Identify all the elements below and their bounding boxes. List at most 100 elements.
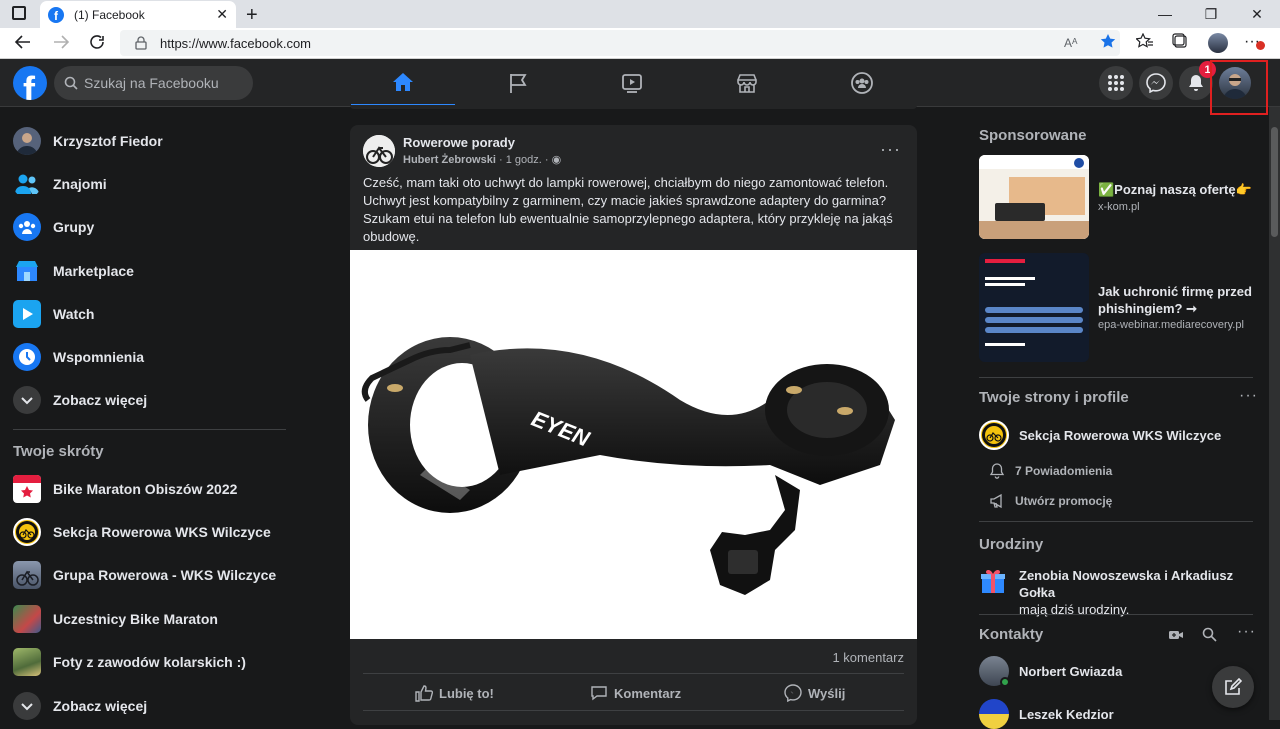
flag-icon — [510, 74, 527, 93]
pages-title: Twoje strony i profile — [979, 389, 1129, 406]
reload-button[interactable] — [88, 33, 106, 51]
sidebar-item-marketplace[interactable]: Marketplace — [13, 251, 134, 291]
contacts-search-icon[interactable] — [1202, 627, 1217, 642]
contact-item[interactable]: Norbert Gwiazda — [979, 656, 1122, 687]
messenger-share-icon — [784, 684, 802, 702]
read-aloud-icon[interactable]: Aᴬ — [1064, 33, 1100, 53]
menu-button[interactable] — [1099, 66, 1133, 100]
address-bar[interactable]: https://www.facebook.com — [120, 30, 1120, 56]
back-button[interactable] — [14, 33, 32, 51]
sidebar-item-memories[interactable]: Wspomnienia — [13, 337, 144, 377]
settings-more-icon[interactable]: ··· — [1244, 33, 1274, 53]
sidebar-item-label: Wspomnienia — [53, 349, 145, 365]
favorites-icon[interactable] — [1136, 33, 1172, 53]
sidebar-item-groups[interactable]: Grupy — [13, 207, 94, 247]
browser-toolbar-icons: Aᴬ ··· — [1064, 33, 1274, 53]
shortcut-label: Bike Maraton Obiszów 2022 — [53, 481, 238, 497]
post-author[interactable]: Hubert Żebrowski — [403, 154, 496, 166]
chevron-down-icon — [13, 386, 41, 414]
shortcut-item[interactable]: Uczestnicy Bike Maraton — [13, 599, 218, 639]
nav-pages-tab[interactable] — [466, 59, 570, 107]
shortcut-item[interactable]: Foty z zawodów kolarskich :) — [13, 642, 246, 682]
messenger-button[interactable] — [1139, 66, 1173, 100]
video-call-icon[interactable] — [1168, 627, 1184, 643]
shortcut-item[interactable]: Bike Maraton Obiszów 2022 — [13, 469, 237, 509]
sponsored-title: Sponsorowane — [979, 127, 1087, 144]
like-button[interactable]: Lubię to! — [415, 677, 494, 709]
page-notifications-label: 7 Powiadomienia — [1015, 464, 1113, 478]
shortcut-label: Zobacz więcej — [53, 698, 148, 714]
post-text: Cześć, mam taki oto uchwyt do lampki row… — [363, 175, 893, 244]
tab-title: (1) Facebook — [74, 7, 145, 22]
nav-groups-tab[interactable] — [810, 59, 914, 107]
forward-button[interactable] — [52, 33, 70, 51]
ad-image-mediarecovery[interactable] — [979, 253, 1089, 362]
tab-actions-icon[interactable] — [12, 6, 26, 20]
ad-title[interactable]: ✅Poznaj naszą ofertę👉 — [1098, 181, 1252, 198]
post-options-button[interactable]: ··· — [880, 139, 901, 160]
maximize-button[interactable]: ❐ — [1188, 3, 1234, 25]
new-message-button[interactable] — [1212, 666, 1254, 708]
new-tab-button[interactable]: + — [246, 4, 258, 27]
group-avatar — [13, 648, 41, 676]
birthday-names: Zenobia Nowoszewska i Arkadiusz Gołka — [1019, 568, 1234, 600]
window-controls: — ❐ ✕ — [1142, 3, 1280, 25]
facebook-logo[interactable]: f — [13, 66, 47, 100]
collections-icon[interactable] — [1172, 33, 1208, 53]
sidebar-item-profile[interactable]: Krzysztof Fiedor — [13, 121, 163, 161]
account-avatar[interactable] — [1219, 67, 1251, 99]
page-scrollbar[interactable] — [1269, 107, 1280, 720]
pages-options-button[interactable]: ··· — [1239, 387, 1258, 405]
sidebar-item-watch[interactable]: Watch — [13, 294, 94, 334]
page-notifications-link[interactable]: 7 Powiadomienia — [989, 463, 1112, 479]
nav-home-tab[interactable] — [351, 59, 455, 107]
nav-watch-tab[interactable] — [580, 59, 684, 107]
close-tab-icon[interactable]: ✕ — [216, 6, 228, 23]
share-button[interactable]: Wyślij — [784, 677, 845, 709]
shortcut-label: Grupa Rowerowa - WKS Wilczyce — [53, 567, 277, 583]
messenger-icon — [1146, 73, 1166, 93]
sidebar-item-label: Grupy — [53, 219, 95, 235]
minimize-button[interactable]: — — [1142, 3, 1188, 25]
post-image[interactable]: EYEN — [350, 250, 917, 639]
group-avatar — [13, 518, 41, 546]
video-icon — [622, 74, 642, 93]
page-promote-link[interactable]: Utwórz promocję — [989, 493, 1112, 509]
ad-image-xkom[interactable] — [979, 155, 1089, 239]
chevron-down-icon — [13, 692, 41, 720]
facebook-favicon-icon: f — [48, 6, 64, 23]
groups-icon — [13, 213, 41, 241]
comment-icon — [591, 686, 607, 701]
sidebar-see-more[interactable]: Zobacz więcej — [13, 380, 147, 420]
comment-button[interactable]: Komentarz — [590, 677, 681, 709]
post-time[interactable]: · 1 godz. · — [499, 154, 549, 166]
comment-count[interactable]: 1 komentarz — [832, 650, 904, 665]
divider — [13, 429, 286, 430]
post-group-name[interactable]: Rowerowe porady — [403, 135, 515, 150]
group-avatar[interactable] — [363, 135, 395, 167]
previous-post-edge — [350, 105, 917, 109]
contacts-options-button[interactable]: ··· — [1237, 623, 1256, 641]
birthday-item[interactable]: Zenobia Nowoszewska i Arkadiusz Gołka ma… — [979, 567, 1265, 618]
browser-tab[interactable]: f (1) Facebook ✕ — [40, 1, 236, 28]
profile-avatar-icon[interactable] — [1208, 33, 1244, 53]
search-input[interactable] — [84, 75, 244, 91]
page-item[interactable]: Sekcja Rowerowa WKS Wilczyce — [979, 420, 1221, 450]
gift-icon — [981, 569, 1005, 593]
close-window-button[interactable]: ✕ — [1234, 3, 1280, 25]
nav-marketplace-tab[interactable] — [695, 59, 799, 107]
ad-domain: x-kom.pl — [1098, 201, 1140, 213]
favorite-star-icon[interactable] — [1100, 33, 1136, 53]
ad-title[interactable]: Jak uchronić firmę przed phishingiem? ➞ — [1098, 283, 1258, 317]
contact-item[interactable]: Leszek Kedzior — [979, 699, 1114, 729]
friends-icon — [13, 170, 41, 198]
scrollbar-thumb[interactable] — [1271, 127, 1278, 237]
search-box[interactable] — [54, 66, 253, 100]
megaphone-icon — [990, 493, 1002, 509]
shortcut-item[interactable]: Sekcja Rowerowa WKS Wilczyce — [13, 512, 271, 552]
shortcut-item[interactable]: Grupa Rowerowa - WKS Wilczyce — [13, 555, 276, 595]
shortcut-label: Uczestnicy Bike Maraton — [53, 611, 218, 627]
search-icon — [64, 76, 78, 90]
sidebar-item-friends[interactable]: Znajomi — [13, 164, 107, 204]
shortcuts-see-more[interactable]: Zobacz więcej — [13, 686, 147, 726]
